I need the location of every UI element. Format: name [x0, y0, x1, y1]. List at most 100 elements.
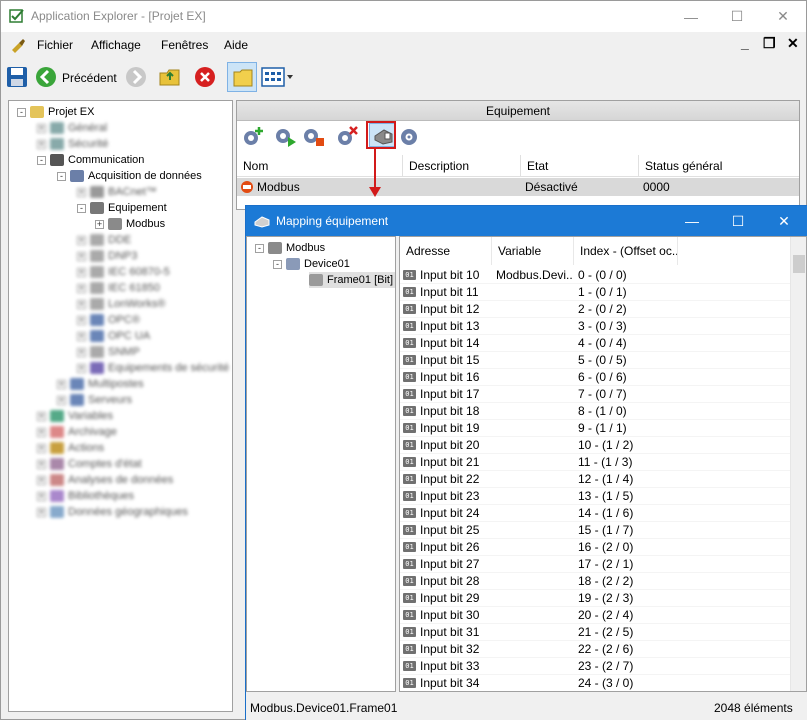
col-header-description[interactable]: Description — [403, 155, 521, 177]
cell-index: 9 - (1 / 1) — [578, 421, 627, 435]
table-row[interactable]: 01 Input bit 30 20 - (2 / 4) — [400, 607, 790, 624]
modbus-icon — [108, 218, 122, 231]
table-row[interactable]: 01 Input bit 13 3 - (0 / 3) — [400, 318, 790, 335]
table-row[interactable]: 01 Input bit 31 21 - (2 / 5) — [400, 624, 790, 641]
col-header-nom[interactable]: Nom — [237, 155, 403, 177]
minimize-icon[interactable]: — — [668, 1, 714, 32]
table-row[interactable]: 01 Input bit 21 11 - (1 / 3) — [400, 454, 790, 471]
mdi-minimize-icon[interactable]: _ — [741, 35, 749, 51]
table-row[interactable]: 01 Input bit 17 7 - (0 / 7) — [400, 386, 790, 403]
col-header-status[interactable]: Status général — [639, 155, 799, 177]
properties-icon[interactable] — [397, 125, 421, 147]
tree-item-blurred: + Données géographiques — [37, 506, 188, 519]
table-row[interactable]: 01 Input bit 23 13 - (1 / 5) — [400, 488, 790, 505]
collapse-icon[interactable]: - — [255, 243, 264, 253]
table-row[interactable]: 01 Input bit 12 2 - (0 / 2) — [400, 301, 790, 318]
start-equipment-icon[interactable] — [273, 125, 297, 147]
dialog-tree-frame[interactable]: Frame01 [Bit] — [309, 272, 396, 288]
vertical-scrollbar[interactable] — [790, 237, 806, 691]
delete-equipment-icon[interactable] — [335, 125, 359, 147]
tree-item-blurred: + Bibliothèques — [37, 490, 135, 503]
maximize-icon[interactable]: ☐ — [714, 1, 760, 32]
view-icon[interactable] — [261, 67, 295, 87]
table-row[interactable]: 01 Input bit 18 8 - (1 / 0) — [400, 403, 790, 420]
equipment-icon — [90, 202, 104, 215]
table-row[interactable]: 01 Input bit 20 10 - (1 / 2) — [400, 437, 790, 454]
menu-fenetres[interactable]: Fenêtres — [161, 38, 208, 52]
table-row[interactable]: 01 Input bit 32 22 - (2 / 6) — [400, 641, 790, 658]
table-row[interactable]: Modbus Désactivé 0000 — [237, 178, 799, 196]
cell-index: 0 - (0 / 0) — [578, 268, 627, 282]
mdi-restore-icon[interactable]: ❐ — [763, 35, 776, 52]
row-name: Modbus — [257, 180, 300, 194]
tree-item-modbus[interactable]: + Modbus — [95, 216, 165, 232]
cell-address: Input bit 17 — [420, 387, 480, 401]
collapse-icon[interactable]: - — [17, 107, 26, 117]
stop-equipment-icon[interactable] — [301, 125, 325, 147]
close-icon[interactable]: ✕ — [760, 1, 806, 32]
table-row[interactable]: 01 Input bit 25 15 - (1 / 7) — [400, 522, 790, 539]
col-header-variable[interactable]: Variable — [492, 237, 574, 265]
add-equipment-icon[interactable] — [241, 125, 265, 147]
collapse-icon[interactable]: - — [37, 155, 46, 165]
menu-app-icon — [12, 39, 25, 53]
tree-item-equipement[interactable]: - Equipement — [77, 200, 167, 216]
folders-button[interactable] — [227, 62, 257, 92]
col-header-adresse[interactable]: Adresse — [400, 237, 492, 265]
collapse-icon[interactable]: - — [77, 203, 86, 213]
dialog-tree-modbus[interactable]: - Modbus — [255, 240, 325, 256]
cell-variable: Modbus.Devi... — [496, 268, 572, 282]
tree-item-blurred: + DDE — [77, 234, 132, 247]
table-row[interactable]: 01 Input bit 14 4 - (0 / 4) — [400, 335, 790, 352]
dialog-close-icon[interactable]: ✕ — [761, 206, 807, 236]
tree-item-communication[interactable]: - Communication — [37, 152, 144, 168]
tree-item-projet[interactable]: - Projet EX — [17, 104, 94, 120]
table-row[interactable]: 01 Input bit 16 6 - (0 / 6) — [400, 369, 790, 386]
dialog-maximize-icon[interactable]: ☐ — [715, 206, 761, 236]
main-window: Application Explorer - [Projet EX] — ☐ ✕… — [0, 0, 807, 720]
table-row[interactable]: 01 Input bit 10 Modbus.Devi... 0 - (0 / 0) — [400, 267, 790, 284]
folder-up-icon[interactable] — [158, 65, 182, 89]
save-icon[interactable] — [6, 66, 28, 88]
dialog-tree-device[interactable]: - Device01 — [273, 256, 350, 272]
back-label[interactable]: Précédent — [62, 71, 117, 85]
table-row[interactable]: 01 Input bit 29 19 - (2 / 3) — [400, 590, 790, 607]
table-row[interactable]: 01 Input bit 24 14 - (1 / 6) — [400, 505, 790, 522]
expand-icon[interactable]: + — [95, 219, 104, 229]
cell-variable — [496, 471, 572, 488]
table-row[interactable]: 01 Input bit 19 9 - (1 / 1) — [400, 420, 790, 437]
table-row[interactable]: 01 Input bit 28 18 - (2 / 2) — [400, 573, 790, 590]
menu-fichier[interactable]: Fichier — [37, 38, 73, 52]
tree-item-blurred: + Analyses de données — [37, 474, 174, 487]
col-header-etat[interactable]: Etat — [521, 155, 639, 177]
dialog-minimize-icon[interactable]: — — [669, 206, 715, 236]
stop-icon[interactable] — [194, 66, 216, 88]
table-row[interactable]: 01 Input bit 15 5 - (0 / 5) — [400, 352, 790, 369]
tree-item-blurred: + OPC® — [77, 314, 140, 327]
bit-icon: 01 — [403, 338, 416, 348]
forward-icon[interactable] — [125, 66, 147, 88]
table-row[interactable]: 01 Input bit 22 12 - (1 / 4) — [400, 471, 790, 488]
cell-address: Input bit 21 — [420, 455, 480, 469]
mdi-close-icon[interactable]: ✕ — [787, 35, 799, 52]
table-row[interactable]: 01 Input bit 27 17 - (2 / 1) — [400, 556, 790, 573]
tree-item-blurred: + Serveurs — [57, 394, 133, 407]
dialog-tree-label-frame: Frame01 [Bit] — [327, 274, 394, 286]
back-icon[interactable] — [35, 66, 57, 88]
collapse-icon[interactable]: - — [273, 259, 282, 269]
scrollbar-thumb[interactable] — [793, 255, 805, 273]
tree-item-acquisition[interactable]: - Acquisition de données — [57, 168, 202, 184]
table-row[interactable]: 01 Input bit 34 24 - (3 / 0) — [400, 675, 790, 691]
collapse-icon[interactable]: - — [57, 171, 66, 181]
tree-label-equipement: Equipement — [108, 202, 167, 214]
bit-icon: 01 — [403, 627, 416, 637]
table-row[interactable]: 01 Input bit 26 16 - (2 / 0) — [400, 539, 790, 556]
menu-aide[interactable]: Aide — [224, 38, 248, 52]
table-row[interactable]: 01 Input bit 11 1 - (0 / 1) — [400, 284, 790, 301]
cell-index: 17 - (2 / 1) — [578, 557, 634, 571]
cell-address: Input bit 13 — [420, 319, 480, 333]
table-row[interactable]: 01 Input bit 33 23 - (2 / 7) — [400, 658, 790, 675]
col-header-index[interactable]: Index - (Offset oc... — [574, 237, 678, 265]
cell-index: 15 - (1 / 7) — [578, 523, 634, 537]
menu-affichage[interactable]: Affichage — [91, 38, 141, 52]
